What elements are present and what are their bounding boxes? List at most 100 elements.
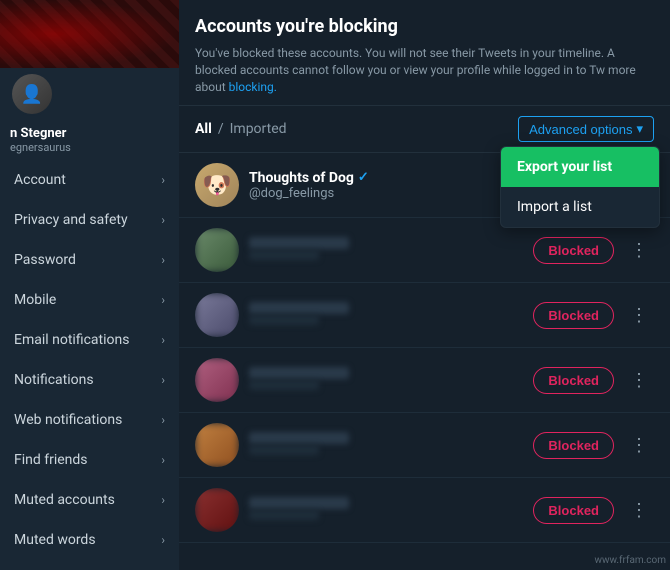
blurred-handle: [249, 510, 319, 520]
avatar: [195, 488, 239, 532]
account-handle: [249, 509, 523, 524]
sidebar-item-find-friends[interactable]: Find friends ›: [0, 440, 179, 480]
sidebar-item-password[interactable]: Password ›: [0, 240, 179, 280]
table-row: Blocked ⋮: [179, 478, 670, 543]
chevron-down-icon: ▾: [636, 121, 643, 137]
nav-items: Account › Privacy and safety › Password …: [0, 160, 179, 570]
more-options-button[interactable]: ⋮: [624, 433, 654, 458]
blurred-name: [249, 497, 349, 509]
blurred-avatar-image: [195, 228, 239, 272]
advanced-options-label: Advanced options: [529, 122, 632, 137]
banner-pattern: [0, 0, 179, 68]
dropdown-menu: Export your list Import a list: [500, 146, 660, 228]
blurred-name: [249, 367, 349, 379]
blurred-handle: [249, 380, 319, 390]
sidebar-item-notifications-label: Notifications: [14, 372, 94, 388]
chevron-right-icon: ›: [161, 533, 165, 547]
sidebar-item-notifications[interactable]: Notifications ›: [0, 360, 179, 400]
sidebar-item-privacy-safety[interactable]: Privacy and safety ›: [0, 200, 179, 240]
avatar: [195, 358, 239, 402]
page-title: Accounts you're blocking: [195, 16, 654, 37]
chevron-right-icon: ›: [161, 413, 165, 427]
blurred-handle: [249, 445, 319, 455]
account-name-row: [249, 432, 523, 444]
tab-separator: /: [218, 121, 224, 137]
profile-banner: [0, 0, 179, 68]
account-info: [249, 497, 523, 524]
sidebar: 👤 n Stegner egnersaurus Account › Privac…: [0, 0, 179, 570]
sidebar-item-web-notifications[interactable]: Web notifications ›: [0, 400, 179, 440]
chevron-right-icon: ›: [161, 213, 165, 227]
chevron-right-icon: ›: [161, 253, 165, 267]
avatar: 👤: [10, 72, 54, 116]
sidebar-item-muted-accounts[interactable]: Muted accounts ›: [0, 480, 179, 520]
avatar-placeholder: 👤: [12, 74, 52, 114]
blocked-button[interactable]: Blocked: [533, 497, 614, 524]
blocked-button[interactable]: Blocked: [533, 237, 614, 264]
tab-imported[interactable]: Imported: [230, 121, 287, 137]
sidebar-item-muted-accounts-label: Muted accounts: [14, 492, 115, 508]
sidebar-item-mobile[interactable]: Mobile ›: [0, 280, 179, 320]
blurred-avatar-image: [195, 488, 239, 532]
sidebar-item-muted-words-label: Muted words: [14, 532, 96, 548]
more-icon: ⋮: [630, 370, 648, 390]
blurred-name: [249, 432, 349, 444]
sidebar-item-email-notifications[interactable]: Email notifications ›: [0, 320, 179, 360]
verified-badge-icon: ✓: [358, 170, 369, 185]
blocking-link[interactable]: blocking.: [229, 80, 277, 94]
table-row: Blocked ⋮: [179, 218, 670, 283]
account-handle: [249, 314, 523, 329]
chevron-right-icon: ›: [161, 333, 165, 347]
blocked-button[interactable]: Blocked: [533, 302, 614, 329]
chevron-right-icon: ›: [161, 453, 165, 467]
sidebar-item-muted-words[interactable]: Muted words ›: [0, 520, 179, 560]
blurred-handle: [249, 315, 319, 325]
chevron-right-icon: ›: [161, 173, 165, 187]
tab-all[interactable]: All: [195, 121, 212, 137]
tabs-left: All / Imported: [195, 121, 287, 137]
table-row: Blocked ⋮: [179, 413, 670, 478]
blocked-button[interactable]: Blocked: [533, 432, 614, 459]
more-options-button[interactable]: ⋮: [624, 238, 654, 263]
page-header: Accounts you're blocking You've blocked …: [179, 0, 670, 106]
more-options-button[interactable]: ⋮: [624, 368, 654, 393]
avatar: [195, 423, 239, 467]
account-handle: [249, 444, 523, 459]
more-icon: ⋮: [630, 435, 648, 455]
account-info: Thoughts of Dog ✓ @dog_feelings: [249, 170, 523, 201]
account-name-row: [249, 237, 523, 249]
blurred-name: [249, 302, 349, 314]
more-icon: ⋮: [630, 305, 648, 325]
more-options-button[interactable]: ⋮: [624, 498, 654, 523]
dropdown-item-export[interactable]: Export your list: [501, 147, 659, 187]
sidebar-item-mobile-label: Mobile: [14, 292, 56, 308]
account-name-row: [249, 302, 523, 314]
import-label: Import a list: [517, 199, 592, 215]
account-name: Thoughts of Dog: [249, 170, 354, 186]
account-info: [249, 302, 523, 329]
sidebar-item-account[interactable]: Account ›: [0, 160, 179, 200]
watermark: www.frfam.com: [594, 555, 666, 566]
chevron-right-icon: ›: [161, 293, 165, 307]
more-icon: ⋮: [630, 240, 648, 260]
account-name-row: [249, 367, 523, 379]
sidebar-item-web-label: Web notifications: [14, 412, 122, 428]
export-label: Export your list: [517, 159, 612, 175]
avatar: [195, 228, 239, 272]
account-info: [249, 432, 523, 459]
blurred-avatar-image: [195, 358, 239, 402]
blurred-avatar-image: [195, 423, 239, 467]
blocked-button[interactable]: Blocked: [533, 367, 614, 394]
account-info: [249, 367, 523, 394]
advanced-options-button[interactable]: Advanced options ▾: [518, 116, 654, 142]
table-row: Blocked ⋮: [179, 348, 670, 413]
avatar: [195, 293, 239, 337]
sidebar-item-blocked-accounts[interactable]: Blocked accounts ›: [0, 560, 179, 570]
dropdown-item-import[interactable]: Import a list: [501, 187, 659, 227]
table-row: Blocked ⋮: [179, 283, 670, 348]
sidebar-item-privacy-label: Privacy and safety: [14, 212, 128, 228]
sidebar-item-password-label: Password: [14, 252, 76, 268]
sidebar-item-email-label: Email notifications: [14, 332, 129, 348]
more-options-button[interactable]: ⋮: [624, 303, 654, 328]
sidebar-item-account-label: Account: [14, 172, 66, 188]
